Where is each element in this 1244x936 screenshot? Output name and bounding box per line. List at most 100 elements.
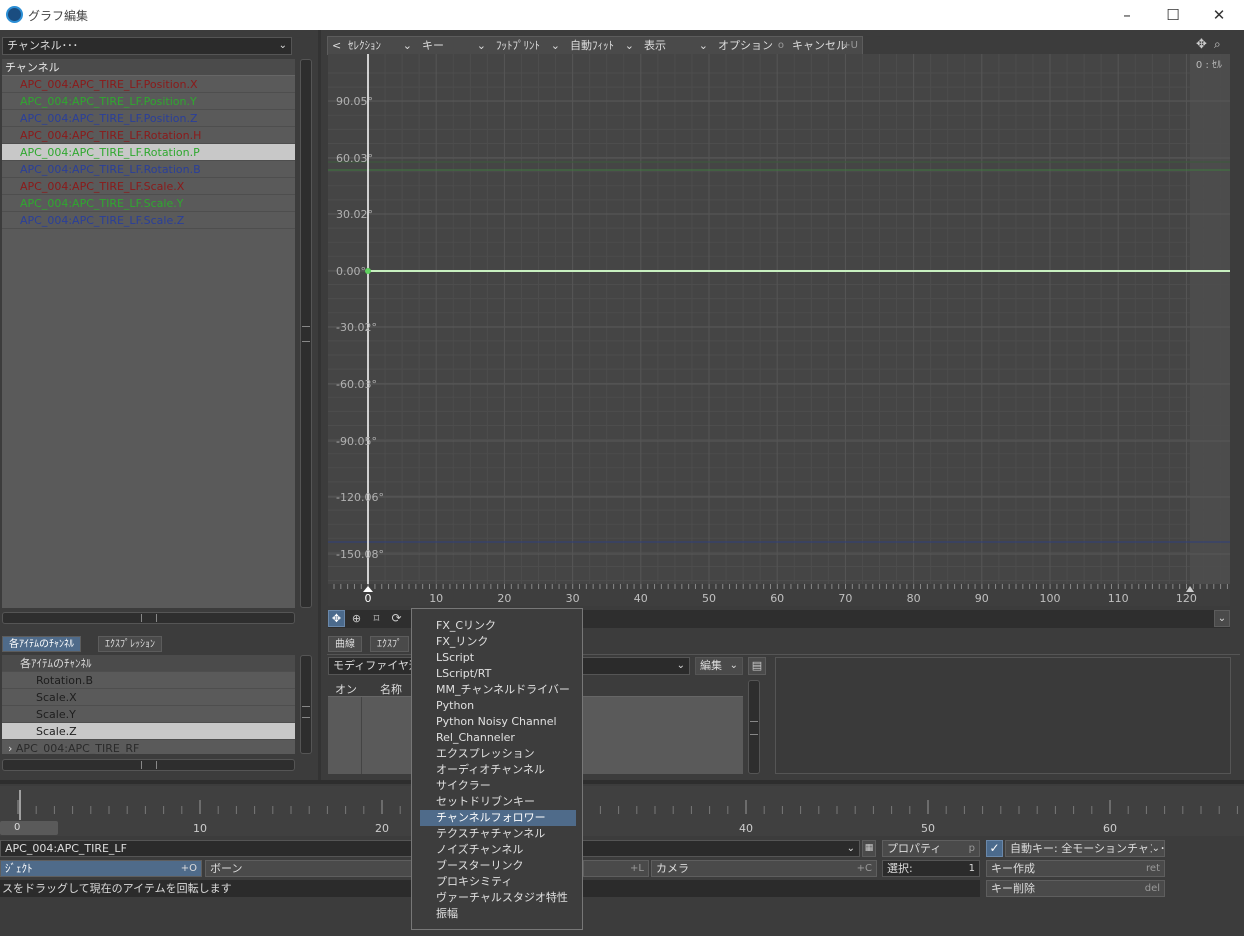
channel-list-hscroll[interactable] <box>2 612 295 624</box>
tree-vscroll[interactable] <box>300 655 312 754</box>
menu-item[interactable]: LScript/RT <box>420 666 576 682</box>
light-tab-button[interactable]: +L <box>583 860 649 877</box>
tree-header: 各ｱｲﾃﾑのﾁｬﾝﾈﾙ <box>2 655 295 672</box>
pan-view-icon[interactable]: ✥ <box>1196 37 1211 52</box>
create-key-hotkey: ret <box>1146 863 1160 874</box>
channel-row[interactable]: APC_004:APC_TIRE_LF.Scale.Z <box>2 212 295 229</box>
graph-canvas[interactable]: 90.05° 60.03° 30.02° 0.00° -30.02° -60.03° -90… <box>328 54 1230 606</box>
selection-label: 選択: <box>887 862 913 875</box>
menu-item[interactable]: FX_リンク <box>420 634 576 650</box>
app-logo-icon <box>6 6 23 23</box>
create-key-button[interactable]: キー作成 ret <box>986 860 1165 877</box>
cancel-label: キャンセル <box>792 39 847 52</box>
timeline-splitter[interactable] <box>0 780 1244 784</box>
channel-row[interactable]: APC_004:APC_TIRE_LF.Scale.Y <box>2 195 295 212</box>
menu-item[interactable]: LScript <box>420 650 576 666</box>
delete-key-button[interactable]: キー削除 del <box>986 880 1165 897</box>
x-axis-tick-label: 110 <box>1108 592 1129 605</box>
x-axis-tick-label: 100 <box>1040 592 1061 605</box>
channel-row[interactable]: APC_004:APC_TIRE_LF.Position.Z <box>2 110 295 127</box>
properties-hotkey: p <box>968 843 975 854</box>
bone-tab-button[interactable]: ボーン + <box>205 860 425 877</box>
back-button[interactable]: < <box>332 37 341 54</box>
menu-item[interactable]: ノイズチャンネル <box>420 842 576 858</box>
modifier-vscroll[interactable] <box>748 680 760 774</box>
tree-item[interactable]: Scale.Y <box>2 706 295 723</box>
channel-row[interactable]: APC_004:APC_TIRE_LF.Position.X <box>2 76 295 93</box>
timeline-label: 60 <box>1103 822 1117 835</box>
channel-row[interactable]: APC_004:APC_TIRE_LF.Rotation.P <box>2 144 295 161</box>
properties-button[interactable]: プロパティ p <box>882 840 980 857</box>
out-of-range-shade <box>1190 54 1230 606</box>
zoom-search-icon[interactable]: ⌕ <box>1214 37 1229 52</box>
menu-item[interactable]: サイクラー <box>420 778 576 794</box>
item-list-icon[interactable]: ▦ <box>862 840 876 857</box>
tree-item[interactable]: Scale.Z <box>2 723 295 740</box>
channel-row[interactable]: APC_004:APC_TIRE_LF.Rotation.B <box>2 161 295 178</box>
tab-expressions[interactable]: ｴｸｽﾌﾟﾚｯｼｮﾝ <box>98 636 162 652</box>
channel-list-vscroll[interactable] <box>300 59 312 608</box>
channel-row[interactable]: APC_004:APC_TIRE_LF.Position.Y <box>2 93 295 110</box>
menu-item[interactable]: Rel_Channeler <box>420 730 576 746</box>
object-tab-button[interactable]: ｼﾞｪｸﾄ +O <box>0 860 202 877</box>
cancel-button[interactable]: キャンセル +U <box>792 37 860 54</box>
add-key-icon[interactable]: ⊕ <box>348 610 365 627</box>
menu-item[interactable]: FX_Cリンク <box>420 618 576 634</box>
maximize-button[interactable]: ☐ <box>1150 0 1196 30</box>
tree-hscroll[interactable] <box>2 759 295 771</box>
panel-splitter[interactable] <box>318 30 321 780</box>
channel-row[interactable]: APC_004:APC_TIRE_LF.Rotation.H <box>2 127 295 144</box>
selection-menu-label: ｾﾚｸｼｮﾝ <box>348 39 381 52</box>
footprint-menu[interactable]: ﾌｯﾄﾌﾟﾘﾝﾄ ⌄ <box>496 37 560 54</box>
menu-item[interactable]: ブースターリンク <box>420 858 576 874</box>
timeline[interactable]: 10 20 40 50 60 <box>0 786 1244 836</box>
menu-item[interactable]: Python Noisy Channel <box>420 714 576 730</box>
y-axis-tick-label: -30.02° <box>336 321 377 334</box>
channel-filter-dropdown[interactable]: チャンネル･･･ ⌄ <box>2 37 292 55</box>
tree-group-row[interactable]: › APC_004:APC_TIRE_RF <box>2 740 295 754</box>
tab-expressions-bottom[interactable]: ｴｸｽﾌﾟ <box>370 636 409 652</box>
menu-item[interactable]: ヴァーチャルスタジオ特性 <box>420 890 576 906</box>
clipboard-icon[interactable]: ▤ <box>748 657 766 675</box>
selection-menu[interactable]: ｾﾚｸｼｮﾝ ⌄ <box>348 37 412 54</box>
menu-item[interactable]: Python <box>420 698 576 714</box>
y-axis-tick-label: 90.05° <box>336 95 373 108</box>
column-divider <box>361 697 362 774</box>
properties-label: プロパティ <box>887 842 942 855</box>
autofit-menu[interactable]: 自動ﾌｨｯﾄ ⌄ <box>570 37 634 54</box>
autokey-checkbox-icon[interactable]: ✓ <box>986 840 1003 857</box>
camera-tab-button[interactable]: カメラ +C <box>651 860 877 877</box>
refresh-icon[interactable]: ⟳ <box>388 610 405 627</box>
menu-item[interactable]: 振幅 <box>420 906 576 922</box>
y-axis-tick-label: -60.03° <box>336 378 377 391</box>
channel-row[interactable]: APC_004:APC_TIRE_LF.Scale.X <box>2 178 295 195</box>
tab-curves[interactable]: 曲線 <box>328 636 362 652</box>
menu-item[interactable]: オーディオチャンネル <box>420 762 576 778</box>
x-axis-tick-label: 60 <box>770 592 784 605</box>
tab-item-channels[interactable]: 各ｱｲﾃﾑのﾁｬﾝﾈﾙ <box>2 636 81 652</box>
move-key-icon[interactable]: ✥ <box>328 610 345 627</box>
edit-dropdown[interactable]: 編集 ⌄ <box>695 657 743 675</box>
autokey-dropdown[interactable]: 自動キー: 全モーションチャン･･･ ⌄ <box>1005 840 1165 857</box>
close-button[interactable]: ✕ <box>1196 0 1242 30</box>
fit-frame-icon[interactable]: ⌑ <box>368 610 385 627</box>
tree-item[interactable]: Scale.X <box>2 689 295 706</box>
menu-item[interactable]: テクスチャチャンネル <box>420 826 576 842</box>
y-axis-tick-label: -120.06° <box>336 491 384 504</box>
menu-item[interactable]: チャンネルフォロワー <box>420 810 576 826</box>
x-axis-tick-label: 90 <box>975 592 989 605</box>
menu-item[interactable]: エクスプレッション <box>420 746 576 762</box>
key-menu[interactable]: キー ⌄ <box>422 37 486 54</box>
menu-item[interactable]: セットドリブンキー <box>420 794 576 810</box>
chevron-down-icon[interactable]: ⌄ <box>1214 610 1230 627</box>
tree-item[interactable]: Rotation.B <box>2 672 295 689</box>
y-axis-tick-label: 0.00° <box>336 265 366 278</box>
options-button[interactable]: オプション o <box>718 37 786 54</box>
chevron-down-icon: ⌄ <box>476 39 486 52</box>
display-menu[interactable]: 表示 ⌄ <box>644 37 708 54</box>
light-hotkey: +L <box>630 863 644 874</box>
minimize-button[interactable]: – <box>1104 0 1150 30</box>
current-frame-marker[interactable]: 0 <box>0 821 58 835</box>
menu-item[interactable]: MM_チャンネルドライバー <box>420 682 576 698</box>
menu-item[interactable]: プロキシミティ <box>420 874 576 890</box>
